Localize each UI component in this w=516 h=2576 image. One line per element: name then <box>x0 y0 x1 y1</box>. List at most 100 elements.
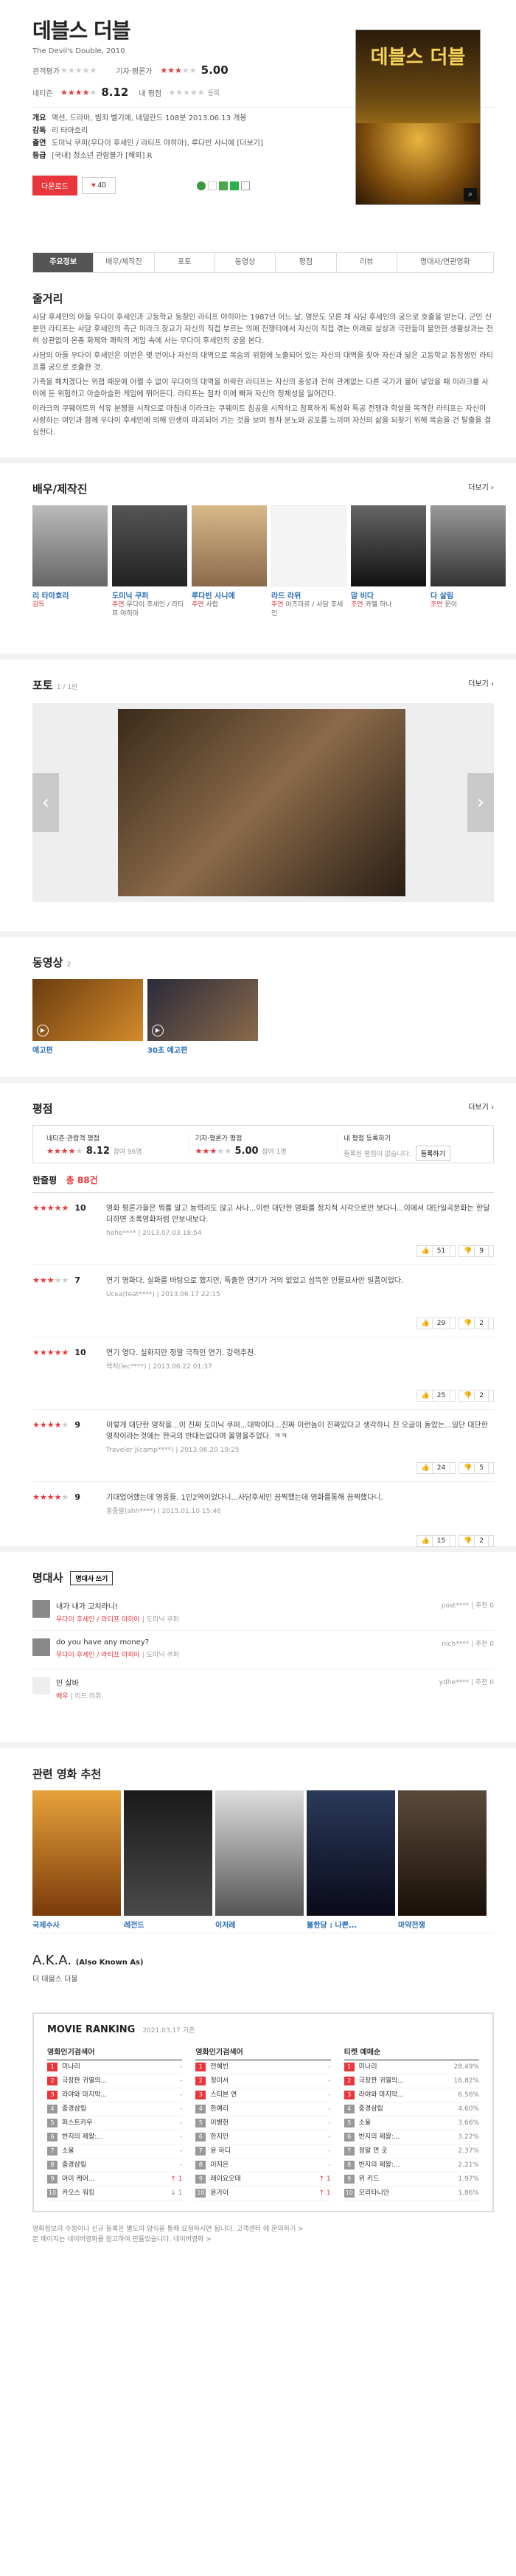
tab-cast[interactable]: 배우/제작진 <box>94 253 155 272</box>
download-button[interactable]: 다운로드 <box>32 176 77 195</box>
photo-main[interactable] <box>118 709 405 896</box>
like-review-button[interactable]: 👍 25 <box>416 1390 456 1402</box>
rating-user-value: 8.12 <box>101 86 129 99</box>
ranking-item[interactable]: 1 전혜빈 - <box>195 2060 331 2074</box>
related-item[interactable]: 국제수사 <box>32 1790 121 1930</box>
ranking-value: - <box>328 2063 331 2071</box>
cast-item[interactable]: 다 살림 조연 문이 <box>430 505 506 618</box>
ranking-item[interactable]: 10 윤가이 ↑ 1 <box>195 2187 331 2201</box>
ranking-item[interactable]: 7 윤 하디 - <box>195 2144 331 2158</box>
my-rating-note[interactable]: 등록 <box>208 88 220 97</box>
ranking-item[interactable]: 2 극장판 귀멸의... - <box>47 2074 183 2088</box>
ranking-item[interactable]: 7 소울 - <box>47 2144 183 2158</box>
line-share-icon[interactable] <box>207 181 217 190</box>
ranking-item[interactable]: 3 라야와 마지막... - <box>47 2088 183 2102</box>
band-share-icon[interactable] <box>218 181 228 190</box>
ranking-item[interactable]: 8 반지의 제왕:... 2.21% <box>344 2158 479 2172</box>
ranking-item[interactable]: 8 이지은 - <box>195 2158 331 2172</box>
my-rating-stars[interactable]: ★★★★★ <box>168 88 204 97</box>
tab-photo[interactable]: 포토 <box>155 253 215 272</box>
plot-paragraph: 사담의 아들 우다이 후세인은 이번은 몇 번이나 자신의 대역으로 목숨의 위… <box>32 352 493 372</box>
ranking-item[interactable]: 3 스티븐 연 - <box>195 2088 331 2102</box>
dislike-review-button[interactable]: 👎 2 <box>459 1390 494 1402</box>
ranking-value: 16.82% <box>453 2077 479 2085</box>
naver-share-icon[interactable] <box>229 181 239 190</box>
related-item[interactable]: 이저레 <box>215 1790 304 1930</box>
plot-paragraph: 가족을 해치겠다는 위협 때문에 어쩔 수 없이 우다이의 대역을 허락한 라티… <box>32 378 489 398</box>
ranking-item[interactable]: 1 미나리 - <box>47 2060 183 2074</box>
like-review-button[interactable]: 👍 24 <box>416 1462 456 1474</box>
ranking-title: 미나리 <box>62 2063 80 2071</box>
cast-more-link[interactable]: 더보기 › <box>468 481 494 492</box>
photo-more-link[interactable]: 더보기 › <box>468 677 494 688</box>
write-quote-button[interactable]: 명대사 쓰기 <box>70 1571 114 1585</box>
ranking-value: - <box>180 2063 183 2071</box>
dislike-review-button[interactable]: 👎 2 <box>459 1318 494 1329</box>
register-rating-button[interactable]: 등록하기 <box>415 1146 450 1161</box>
dislike-review-button[interactable]: 👎 9 <box>459 1245 494 1257</box>
ranking-item[interactable]: 8 중경삼림 - <box>47 2158 183 2172</box>
prev-arrow-icon[interactable]: ‹ <box>32 773 59 832</box>
ranking-item[interactable]: 10 모리타니안 1.86% <box>344 2187 479 2201</box>
video-item[interactable]: ▶ 예고편 <box>32 979 143 1055</box>
ranking-item[interactable]: 4 중경삼림 4.60% <box>344 2102 479 2116</box>
review-more-link[interactable]: 더보기 › <box>468 1101 494 1112</box>
ranking-item[interactable]: 4 한예리 - <box>195 2102 331 2116</box>
quote-item: 인 살바 배우 | 리드 라위 ydhe**** | 추천 0 <box>32 1669 494 1708</box>
tab-main-info[interactable]: 주요정보 <box>33 253 94 272</box>
tab-rating[interactable]: 평점 <box>276 253 337 272</box>
ranking-item[interactable]: 6 반지의 제왕:... - <box>47 2130 183 2144</box>
video-item[interactable]: ▶ 30초 예고편 <box>147 979 258 1055</box>
like-button[interactable]: ♥ 40 <box>81 177 116 194</box>
cast-item[interactable]: 라드 라위 주연 아즈미르 / 사담 후세인 <box>271 505 346 618</box>
like-review-button[interactable]: 👍 15 <box>416 1535 456 1547</box>
like-review-button[interactable]: 👍 51 <box>416 1245 456 1257</box>
ranking-value: 3.22% <box>458 2133 479 2141</box>
related-item[interactable]: 마약전쟁 <box>398 1790 487 1930</box>
talk-share-icon[interactable] <box>196 181 206 190</box>
ranking-item[interactable]: 6 반지의 제왕:... 3.22% <box>344 2130 479 2144</box>
tab-quotes[interactable]: 명대사/연관영화 <box>397 253 493 272</box>
ranking-item[interactable]: 1 미나리 28.49% <box>344 2060 479 2074</box>
ranking-item[interactable]: 2 정이서 - <box>195 2074 331 2088</box>
ranking-item[interactable]: 9 아이 케어... ↑ 1 <box>47 2172 183 2187</box>
ranking-item[interactable]: 10 카오스 워킹 ↓ 1 <box>47 2187 183 2201</box>
tab-video[interactable]: 동영상 <box>215 253 276 272</box>
ranking-item[interactable]: 7 정말 먼 곳 2.37% <box>344 2144 479 2158</box>
ranking-number: 4 <box>195 2105 206 2113</box>
ranking-item[interactable]: 3 라야와 마지막... 6.56% <box>344 2088 479 2102</box>
cast-item[interactable]: 도미닉 쿠퍼 주연 우다이 후세인 / 라티프 야히아 <box>112 505 187 618</box>
tab-review[interactable]: 리뷰 <box>337 253 397 272</box>
ranking-item[interactable]: 6 한지민 - <box>195 2130 331 2144</box>
ranking-value: - <box>328 2077 331 2085</box>
next-arrow-icon[interactable]: › <box>467 773 494 832</box>
ranking-value: - <box>180 2105 183 2113</box>
like-review-button[interactable]: 👍 29 <box>416 1318 456 1329</box>
cast-item[interactable]: 맘 비다 조연 카멜 하나 <box>351 505 426 618</box>
ranking-number: 8 <box>195 2161 206 2170</box>
footer: 영화정보의 수정이나 신규 등록은 별도의 양식을 통해 요청하시면 됩니다. … <box>32 2224 494 2245</box>
ranking-number: 9 <box>195 2175 206 2184</box>
movie-poster[interactable]: 데블스 더블 ⌕ <box>355 30 481 205</box>
ranking-item[interactable]: 9위 키드 1.97% <box>344 2172 479 2187</box>
footer-line: 본 페이지는 네이버영화를 참고하여 만들었습니다. 네이버영화 > <box>32 2236 212 2243</box>
dislike-review-button[interactable]: 👎 2 <box>459 1535 494 1547</box>
ranking-value: - <box>328 2147 331 2155</box>
cast-item[interactable]: 리 타마호리 감독 <box>32 505 108 618</box>
ranking-item[interactable]: 2 극장판 귀멸의... 16.82% <box>344 2074 479 2088</box>
dislike-review-button[interactable]: 👎 5 <box>459 1462 494 1474</box>
ranking-number: 8 <box>47 2161 57 2170</box>
video-heading: 동영상 2 <box>32 956 72 969</box>
related-item[interactable]: 불한당 : 나쁜... <box>307 1790 395 1930</box>
link-share-icon[interactable] <box>240 181 250 190</box>
ranking-title: 중경삼림 <box>62 2161 87 2169</box>
ranking-item[interactable]: 5 소울 3.66% <box>344 2116 479 2130</box>
ranking-item[interactable]: 9 레이요오데 ↑ 1 <box>195 2172 331 2187</box>
zoom-icon[interactable]: ⌕ <box>464 188 477 201</box>
ranking-item[interactable]: 5 이병헌 - <box>195 2116 331 2130</box>
ranking-item[interactable]: 5 퍼스트카우 - <box>47 2116 183 2130</box>
related-poster <box>307 1790 395 1916</box>
cast-item[interactable]: 루다빈 사니에 주연 사랍 <box>192 505 267 618</box>
ranking-item[interactable]: 4 중경삼림 - <box>47 2102 183 2116</box>
related-item[interactable]: 레전드 <box>124 1790 212 1930</box>
